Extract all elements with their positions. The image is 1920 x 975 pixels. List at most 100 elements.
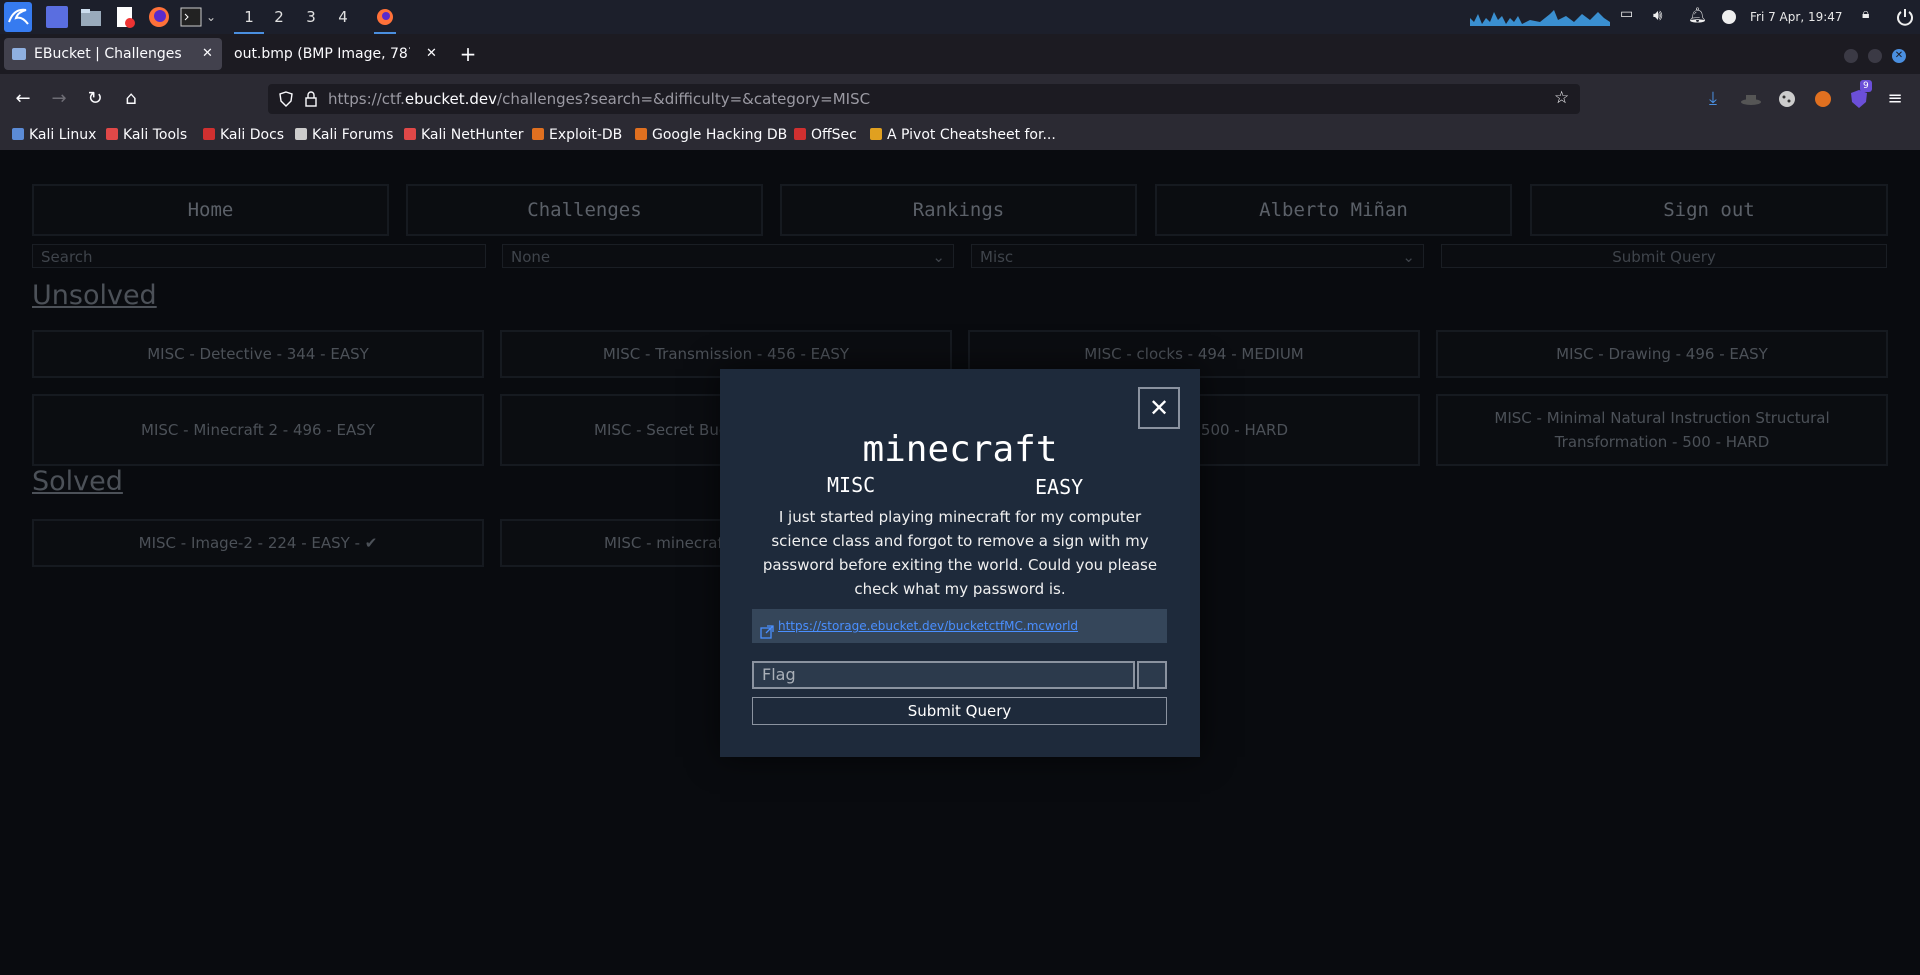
search-input[interactable]: Search	[32, 244, 486, 268]
ghdb-icon	[635, 128, 647, 140]
show-desktop-icon[interactable]	[46, 6, 68, 28]
url-domain: ebucket.dev	[404, 90, 498, 108]
extension-cookie-icon[interactable]	[1774, 86, 1800, 112]
window-close-icon[interactable]: ✕	[1892, 49, 1906, 63]
text-editor-icon[interactable]	[114, 6, 136, 28]
workspace-2[interactable]: 2	[264, 0, 294, 34]
workspace-3[interactable]: 3	[296, 0, 326, 34]
challenge-card[interactable]: MISC - Detective - 344 - EASY	[32, 330, 484, 378]
category-value: Misc	[980, 248, 1014, 266]
back-icon[interactable]: ←	[10, 86, 36, 112]
solved-heading: Solved	[32, 466, 123, 497]
flag-submit-button[interactable]: Submit Query	[752, 697, 1167, 725]
bookmark-star-icon[interactable]: ☆	[1554, 88, 1569, 108]
bookmark-pivot-cheatsheet[interactable]: A Pivot Cheatsheet for...	[870, 124, 1056, 146]
url-bar[interactable]: https://ctf.ebucket.dev/challenges?searc…	[268, 84, 1580, 114]
new-tab-button[interactable]: +	[456, 38, 480, 70]
kali-docs-icon	[203, 128, 215, 140]
tab-close-icon[interactable]: ✕	[202, 38, 213, 70]
bookmark-label: Exploit-DB	[549, 127, 623, 143]
firefox-icon[interactable]	[148, 6, 170, 28]
menu-hamburger-icon[interactable]: ≡	[1882, 86, 1908, 112]
bookmark-kali-docs[interactable]: Kali Docs	[203, 124, 284, 146]
modal-category: MISC	[827, 473, 876, 497]
extension-hat-icon[interactable]	[1738, 86, 1764, 112]
extension-shield-icon[interactable]: 9	[1846, 80, 1872, 112]
extension-badge: 9	[1860, 80, 1872, 92]
notification-bell-icon[interactable]: 🔔︎	[1688, 6, 1710, 28]
bookmark-label: A Pivot Cheatsheet for...	[887, 127, 1056, 143]
file-manager-icon[interactable]	[80, 6, 102, 28]
bookmark-exploit-db[interactable]: Exploit-DB	[532, 124, 622, 146]
chevron-down-icon[interactable]: ⌄	[206, 6, 228, 28]
bookmark-kali-nethunter[interactable]: Kali NetHunter	[404, 124, 523, 146]
reload-icon[interactable]: ↻	[82, 86, 108, 112]
bookmark-label: Kali NetHunter	[421, 127, 524, 143]
exploit-db-icon	[532, 128, 544, 140]
nav-challenges[interactable]: Challenges	[406, 184, 763, 236]
firefox-window-icon[interactable]	[374, 6, 396, 34]
challenge-card[interactable]: MISC - Minecraft 2 - 496 - EASY	[32, 394, 484, 466]
bookmark-label: Kali Docs	[220, 127, 285, 143]
tab-label: EBucket | Challenges	[34, 46, 182, 62]
kali-menu-icon[interactable]	[4, 2, 32, 32]
url-rest: /challenges?search=&difficulty=&category…	[497, 90, 871, 108]
flag-input[interactable]: Flag	[752, 661, 1135, 689]
power-icon[interactable]	[1894, 6, 1916, 28]
bookmark-label: OffSec	[811, 127, 857, 143]
kali-tools-icon	[106, 128, 118, 140]
offsec-icon	[794, 128, 806, 140]
system-taskbar: ⌄ 1 2 3 4 ▭ 🔊︎ 🔔︎ Fri 7 Apr, 19:47 🔒︎	[0, 0, 1920, 34]
workspace-4[interactable]: 4	[328, 0, 358, 34]
challenge-card[interactable]: MISC - Drawing - 496 - EASY	[1436, 330, 1888, 378]
bookmark-kali-forums[interactable]: Kali Forums	[295, 124, 393, 146]
flag-input-side-box	[1137, 661, 1167, 689]
bookmark-google-hacking-db[interactable]: Google Hacking DB	[635, 124, 787, 146]
tab-ebucket-challenges[interactable]: EBucket | Challenges ✕	[4, 38, 222, 70]
tab-favicon-icon	[12, 48, 26, 60]
maximize-icon[interactable]	[1868, 49, 1882, 63]
url-text[interactable]: https://ctf.ebucket.dev/challenges?searc…	[328, 84, 870, 114]
bookmark-kali-tools[interactable]: Kali Tools	[106, 124, 187, 146]
tab-close-icon[interactable]: ✕	[426, 38, 436, 70]
download-icon[interactable]: ⤓	[1700, 86, 1726, 112]
nethunter-icon	[404, 128, 416, 140]
terminal-icon[interactable]	[180, 6, 202, 28]
difficulty-value: None	[511, 248, 551, 266]
bookmark-offsec[interactable]: OffSec	[794, 124, 857, 146]
modal-close-button[interactable]: ✕	[1138, 387, 1180, 429]
padlock-icon[interactable]	[304, 91, 318, 107]
modal-file-link[interactable]: https://storage.ebucket.dev/bucketctfMC.…	[752, 609, 1167, 643]
lock-icon[interactable]: 🔒︎	[1862, 6, 1884, 28]
nav-sign-out[interactable]: Sign out	[1530, 184, 1888, 236]
nav-home[interactable]: Home	[32, 184, 389, 236]
display-icon[interactable]: ▭	[1620, 6, 1642, 28]
clock[interactable]: Fri 7 Apr, 19:47	[1750, 0, 1843, 34]
forward-icon[interactable]: →	[46, 86, 72, 112]
bookmark-kali-linux[interactable]: Kali Linux	[12, 124, 96, 146]
power-status-icon[interactable]	[1722, 10, 1736, 24]
tab-out-bmp[interactable]: out.bmp (BMP Image, 787 × 2 ✕	[226, 38, 436, 70]
minimize-icon[interactable]	[1844, 49, 1858, 63]
bookmark-label: Kali Forums	[312, 127, 394, 143]
home-icon[interactable]: ⌂	[118, 86, 144, 112]
tracking-shield-icon[interactable]	[278, 91, 294, 107]
browser-tab-bar: EBucket | Challenges ✕ out.bmp (BMP Imag…	[0, 34, 1920, 74]
bookmark-label: Kali Tools	[123, 127, 188, 143]
nav-profile[interactable]: Alberto Miñan	[1155, 184, 1512, 236]
nav-rankings[interactable]: Rankings	[780, 184, 1137, 236]
category-select[interactable]: Misc ⌄	[971, 244, 1424, 268]
unsolved-heading: Unsolved	[32, 280, 157, 311]
external-link-icon	[760, 618, 774, 639]
workspace-1[interactable]: 1	[234, 0, 264, 34]
challenge-card[interactable]: MISC - Minimal Natural Instruction Struc…	[1436, 394, 1888, 466]
tab-label: out.bmp (BMP Image, 787 × 2	[234, 46, 410, 62]
chevron-down-icon: ⌄	[932, 248, 945, 266]
extension-foxyproxy-icon[interactable]	[1810, 86, 1836, 112]
filter-submit-button[interactable]: Submit Query	[1441, 244, 1887, 268]
volume-icon[interactable]: 🔊︎	[1653, 6, 1675, 28]
chevron-down-icon: ⌄	[1402, 248, 1415, 266]
bookmarks-toolbar: Kali Linux Kali Tools Kali Docs Kali For…	[0, 124, 1920, 150]
difficulty-select[interactable]: None ⌄	[502, 244, 954, 268]
solved-challenge-card[interactable]: MISC - Image-2 - 224 - EASY - ✔	[32, 519, 484, 567]
